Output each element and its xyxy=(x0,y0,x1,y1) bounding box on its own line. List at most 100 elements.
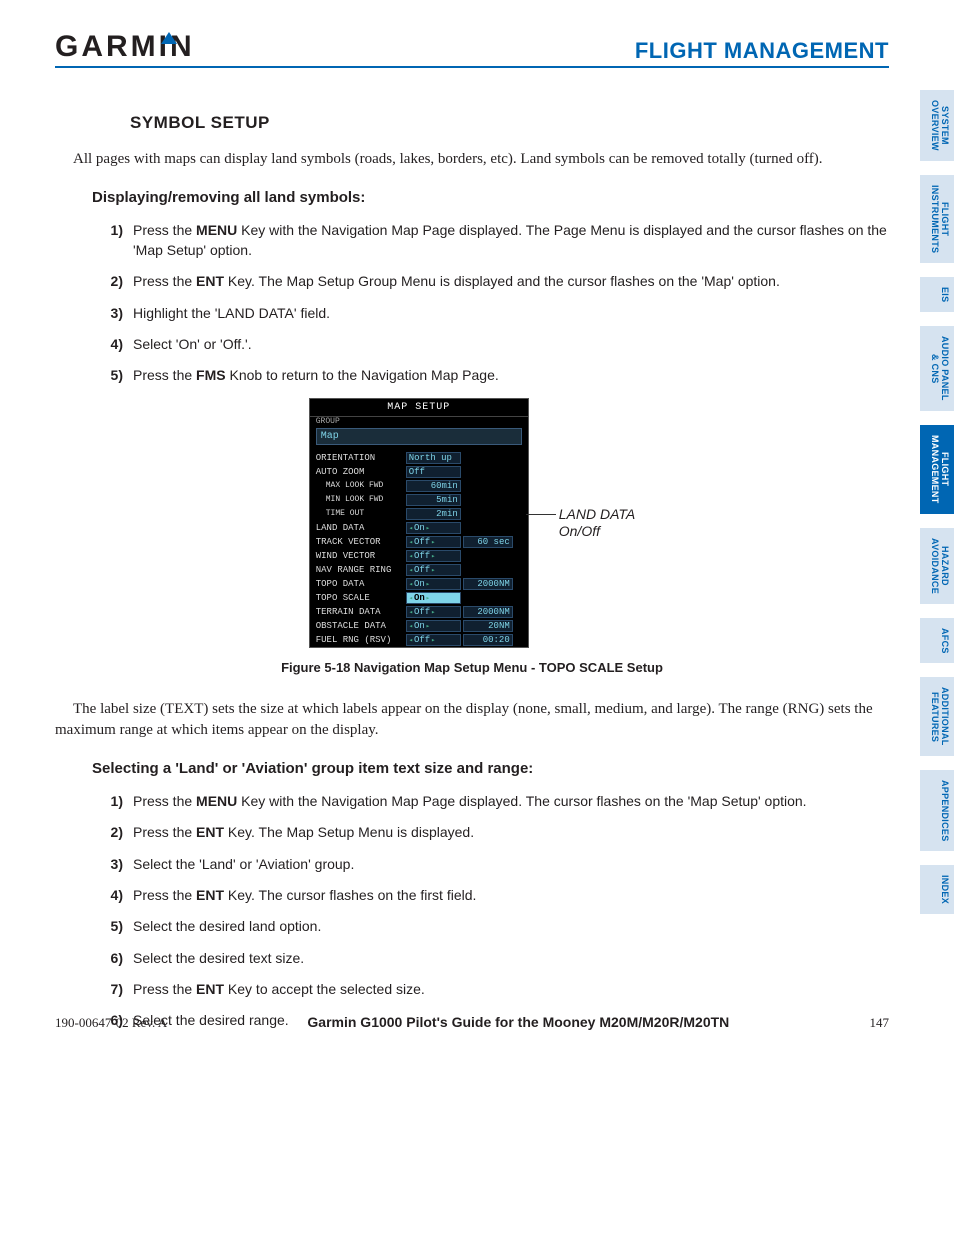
group-label: GROUP xyxy=(310,417,528,426)
footer-doc-title: Garmin G1000 Pilot's Guide for the Moone… xyxy=(307,1014,729,1030)
procedure-step: 5)Press the FMS Knob to return to the Na… xyxy=(105,365,889,385)
map-setup-row: FUEL RNG (RSV)Off00:20 xyxy=(310,633,528,647)
setting-value-2: 2000NM xyxy=(463,578,513,590)
procedure-step: 2)Press the ENT Key. The Map Setup Menu … xyxy=(105,822,889,842)
side-tab[interactable]: AFCS xyxy=(920,618,954,664)
procedure-steps-2: 1)Press the MENU Key with the Navigation… xyxy=(105,791,889,1030)
step-number: 4) xyxy=(105,885,133,905)
side-tab[interactable]: AUDIO PANEL & CNS xyxy=(920,326,954,411)
side-tab[interactable]: SYSTEM OVERVIEW xyxy=(920,90,954,161)
side-tab[interactable]: HAZARD AVOIDANCE xyxy=(920,528,954,604)
step-number: 2) xyxy=(105,271,133,291)
setting-label: NAV RANGE RING xyxy=(316,565,406,575)
step-text: Highlight the 'LAND DATA' field. xyxy=(133,303,889,323)
setting-value: North up xyxy=(406,452,461,464)
step-number: 3) xyxy=(105,303,133,323)
setting-value: Off xyxy=(406,550,461,562)
step-number: 6) xyxy=(105,948,133,968)
procedure-step: 6)Select the desired text size. xyxy=(105,948,889,968)
figure-caption: Figure 5-18 Navigation Map Setup Menu - … xyxy=(55,660,889,675)
procedure-steps-1: 1)Press the MENU Key with the Navigation… xyxy=(105,220,889,386)
step-number: 1) xyxy=(105,791,133,811)
map-setup-row: MIN LOOK FWD5min xyxy=(310,493,528,507)
setting-label: OBSTACLE DATA xyxy=(316,621,406,631)
map-setup-row: MAX LOOK FWD60min xyxy=(310,479,528,493)
side-tab[interactable]: FLIGHT MANAGEMENT xyxy=(920,425,954,514)
garmin-logo: GARMIN xyxy=(55,30,211,64)
side-tab[interactable]: FLIGHT INSTRUMENTS xyxy=(920,175,954,263)
step-text: Select the 'Land' or 'Aviation' group. xyxy=(133,854,889,874)
step-text: Press the MENU Key with the Navigation M… xyxy=(133,791,889,811)
procedure-heading-2: Selecting a 'Land' or 'Aviation' group i… xyxy=(92,760,889,777)
step-text: Press the ENT Key to accept the selected… xyxy=(133,979,889,999)
logo-triangle-icon xyxy=(161,32,177,44)
map-setup-row: TOPO SCALEOn xyxy=(310,591,528,605)
setting-value-2: 00:20 xyxy=(463,634,513,646)
intro-paragraph: All pages with maps can display land sym… xyxy=(55,149,889,171)
setting-value: 2min xyxy=(406,508,461,520)
setting-label: LAND DATA xyxy=(316,523,406,533)
map-setup-row: WIND VECTOROff xyxy=(310,549,528,563)
step-number: 7) xyxy=(105,979,133,999)
step-number: 4) xyxy=(105,334,133,354)
paragraph-2: The label size (TEXT) sets the size at w… xyxy=(55,699,889,743)
step-text: Select the desired land option. xyxy=(133,916,889,936)
map-setup-row: TRACK VECTOROff60 sec xyxy=(310,535,528,549)
setting-label: MIN LOOK FWD xyxy=(316,495,406,504)
setting-value: On xyxy=(406,620,461,632)
setting-label: TRACK VECTOR xyxy=(316,537,406,547)
setting-value: 60min xyxy=(406,480,461,492)
procedure-step: 7)Press the ENT Key to accept the select… xyxy=(105,979,889,999)
setting-value: On xyxy=(406,578,461,590)
map-setup-row: LAND DATAOn xyxy=(310,521,528,535)
step-text: Press the ENT Key. The Map Setup Group M… xyxy=(133,271,889,291)
map-setup-row: TOPO DATAOn2000NM xyxy=(310,577,528,591)
footer-doc-rev: 190-00647-02 Rev. A xyxy=(55,1015,167,1031)
setting-value: Off xyxy=(406,466,461,478)
figure-callout: LAND DATA On/Off xyxy=(559,506,636,540)
procedure-step: 1)Press the MENU Key with the Navigation… xyxy=(105,791,889,811)
step-number: 5) xyxy=(105,365,133,385)
procedure-step: 4)Select 'On' or 'Off.'. xyxy=(105,334,889,354)
procedure-step: 5)Select the desired land option. xyxy=(105,916,889,936)
setting-value: Off xyxy=(406,564,461,576)
side-tabs: SYSTEM OVERVIEW FLIGHT INSTRUMENTS EIS AUDI… xyxy=(920,90,954,914)
section-header-title: FLIGHT MANAGEMENT xyxy=(635,38,889,64)
step-text: Press the ENT Key. The Map Setup Menu is… xyxy=(133,822,889,842)
step-text: Select the desired text size. xyxy=(133,948,889,968)
setting-value: Off xyxy=(406,606,461,618)
step-number: 1) xyxy=(105,220,133,261)
figure-wrap: MAP SETUP GROUP Map ORIENTATIONNorth upA… xyxy=(55,398,889,648)
step-text: Press the FMS Knob to return to the Navi… xyxy=(133,365,889,385)
setting-label: TERRAIN DATA xyxy=(316,607,406,617)
page-footer: 190-00647-02 Rev. A Garmin G1000 Pilot's… xyxy=(55,1014,889,1031)
map-setup-row: ORIENTATIONNorth up xyxy=(310,451,528,465)
setting-value: On xyxy=(406,592,461,604)
side-tab[interactable]: EIS xyxy=(920,277,954,312)
setting-label: MAX LOOK FWD xyxy=(316,481,406,490)
procedure-step: 3)Select the 'Land' or 'Aviation' group. xyxy=(105,854,889,874)
side-tab[interactable]: INDEX xyxy=(920,865,954,914)
setting-label: TIME OUT xyxy=(316,509,406,518)
map-setup-row: TERRAIN DATAOff2000NM xyxy=(310,605,528,619)
setting-label: TOPO SCALE xyxy=(316,593,406,603)
setting-value-2: 2000NM xyxy=(463,606,513,618)
map-setup-row: TIME OUT2min xyxy=(310,507,528,521)
procedure-step: 3)Highlight the 'LAND DATA' field. xyxy=(105,303,889,323)
setting-value-2: 60 sec xyxy=(463,536,513,548)
side-tab[interactable]: ADDITIONAL FEATURES xyxy=(920,677,954,756)
map-setup-screenshot: MAP SETUP GROUP Map ORIENTATIONNorth upA… xyxy=(309,398,529,648)
callout-leader-line xyxy=(526,514,556,515)
side-tab[interactable]: APPENDICES xyxy=(920,770,954,852)
procedure-step: 2)Press the ENT Key. The Map Setup Group… xyxy=(105,271,889,291)
setting-label: WIND VECTOR xyxy=(316,551,406,561)
page-header: GARMIN FLIGHT MANAGEMENT xyxy=(55,30,889,68)
procedure-step: 1)Press the MENU Key with the Navigation… xyxy=(105,220,889,261)
setting-label: AUTO ZOOM xyxy=(316,467,406,477)
setting-value: Off xyxy=(406,634,461,646)
setting-label: TOPO DATA xyxy=(316,579,406,589)
map-setup-row: OBSTACLE DATAOn20NM xyxy=(310,619,528,633)
procedure-heading-1: Displaying/removing all land symbols: xyxy=(92,189,889,206)
setting-label: FUEL RNG (RSV) xyxy=(316,635,406,645)
setting-value: On xyxy=(406,522,461,534)
